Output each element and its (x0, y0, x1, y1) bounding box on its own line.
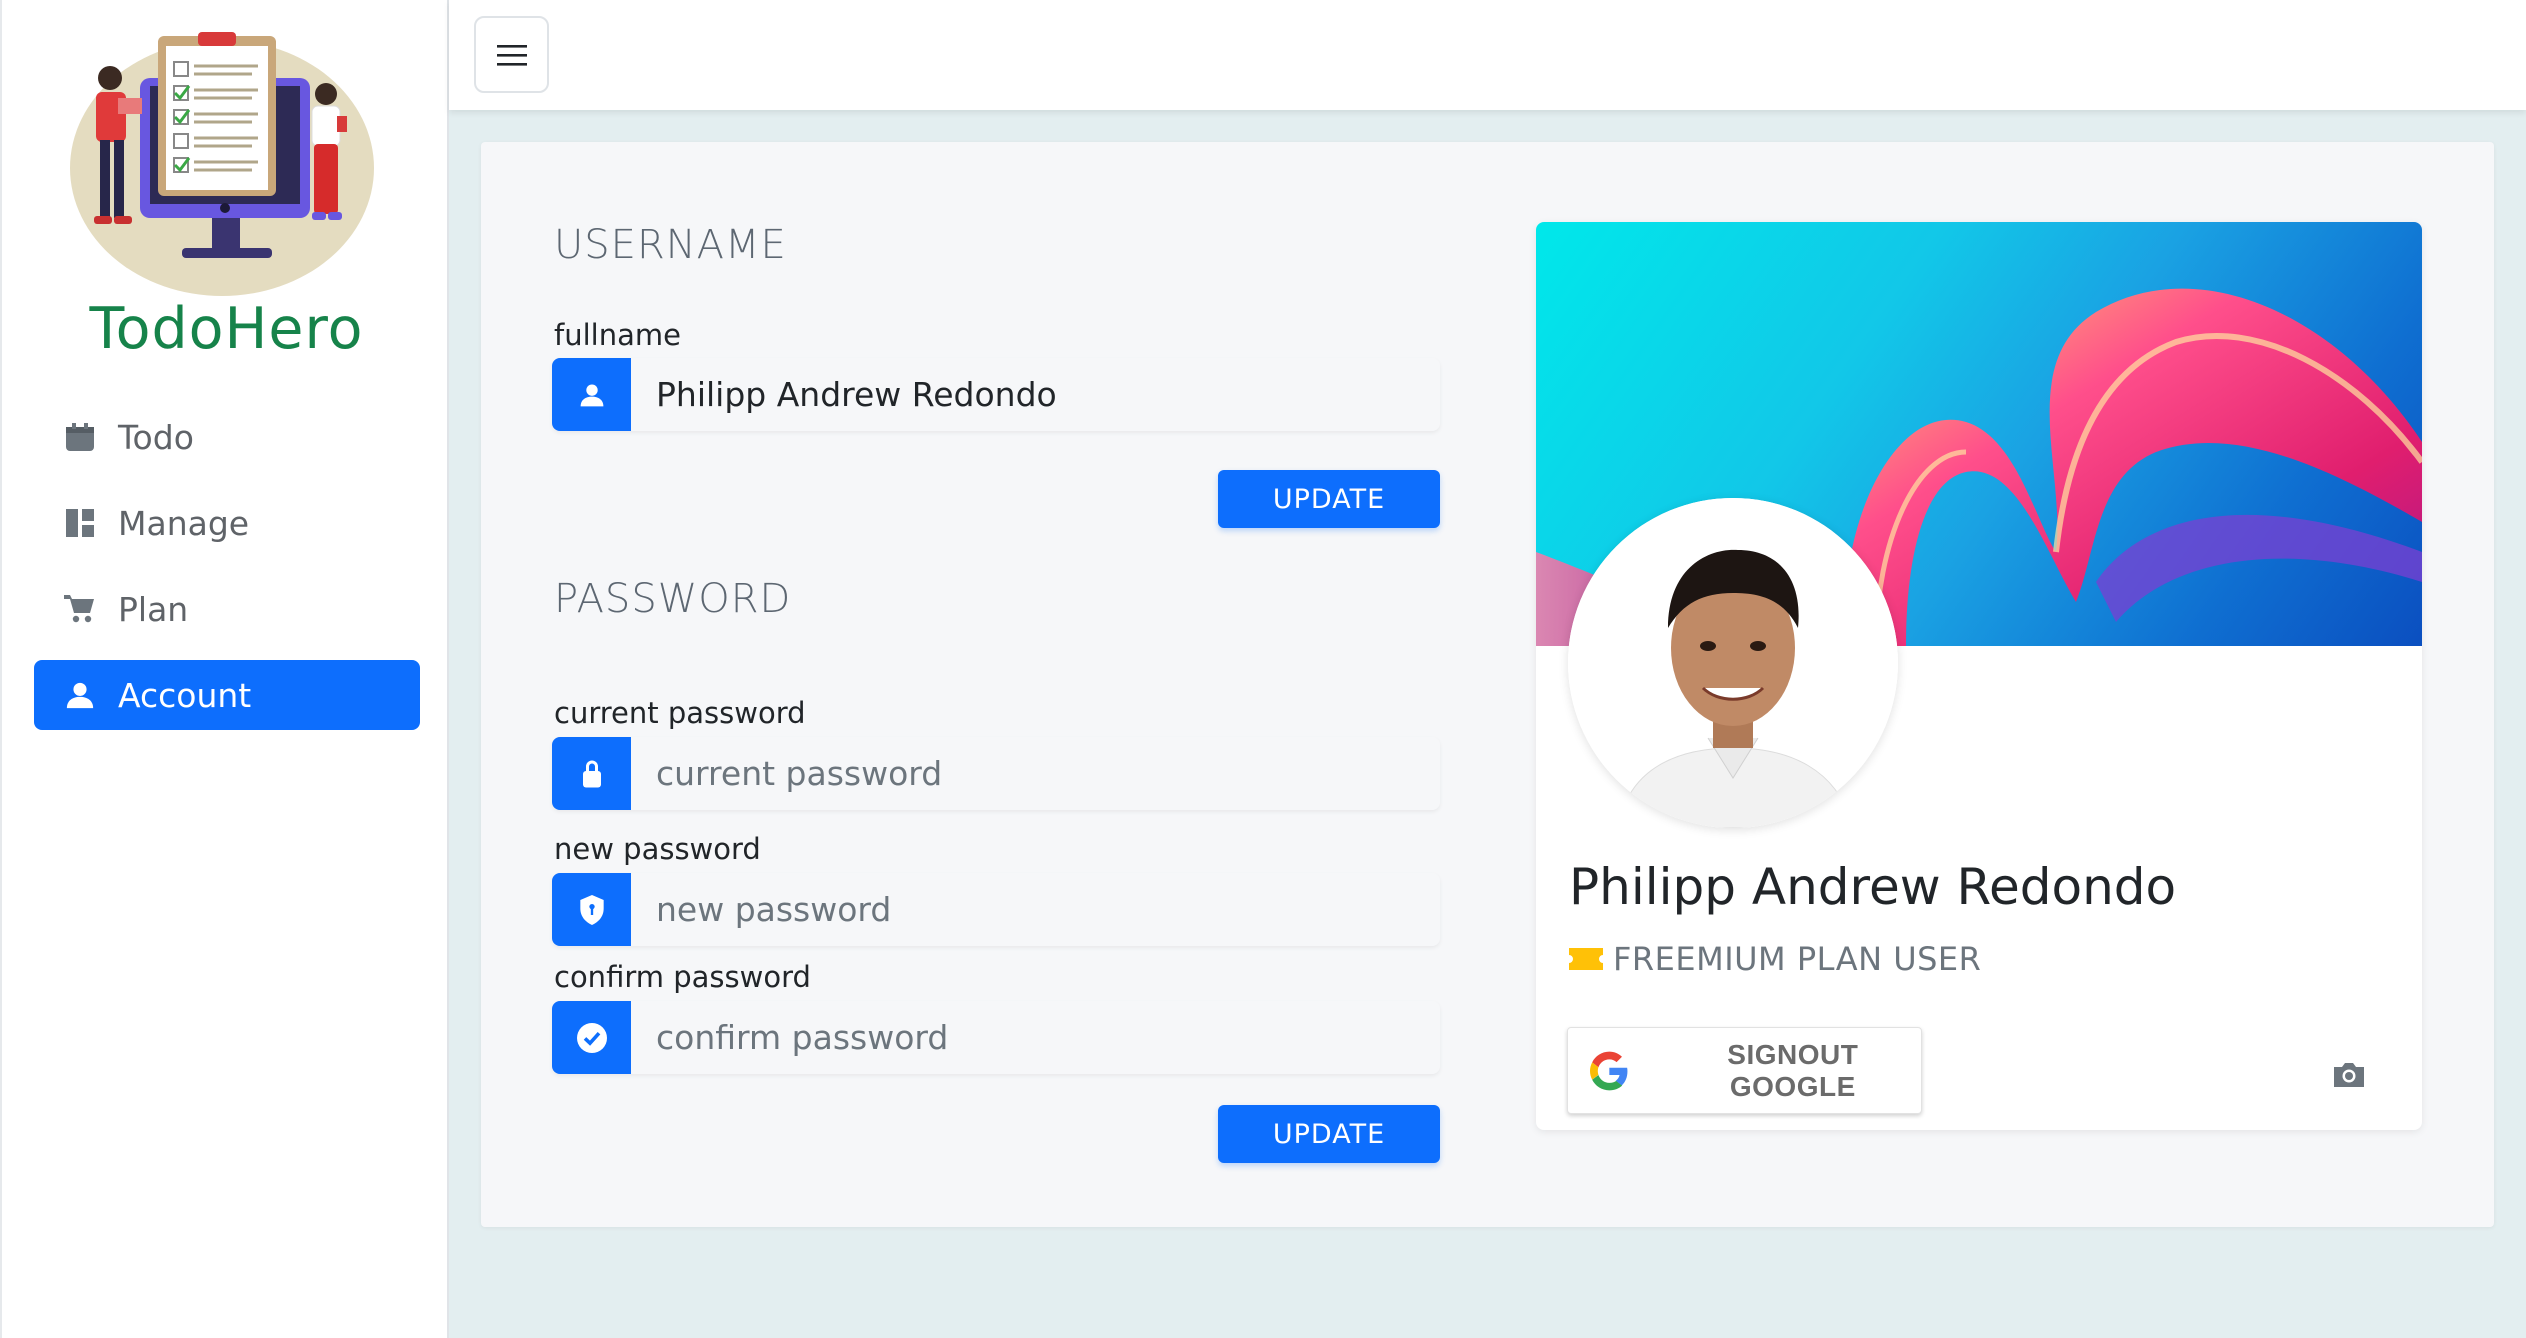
password-section-title: PASSWORD (554, 576, 792, 622)
top-bar (449, 0, 2526, 110)
sidebar-item-plan[interactable]: Plan (34, 574, 420, 644)
check-circle-icon (552, 1001, 631, 1074)
new-password-label: new password (554, 832, 761, 866)
sidebar-item-account[interactable]: Account (34, 660, 420, 730)
sidebar-item-label: Account (118, 675, 252, 715)
account-card: USERNAME fullname UPDATE PASSWORD curren… (481, 142, 2494, 1227)
cart-icon (62, 591, 98, 627)
signout-google-button[interactable]: SIGNOUT GOOGLE (1567, 1027, 1922, 1114)
current-password-label: current password (554, 696, 806, 730)
todohero-logo-illustration (70, 32, 374, 296)
sidebar-item-label: Plan (118, 589, 189, 629)
shield-icon (552, 873, 631, 946)
confirm-password-input[interactable] (631, 1001, 1440, 1074)
fullname-input[interactable] (631, 358, 1440, 431)
calendar-icon (62, 419, 98, 455)
sidebar-item-manage[interactable]: Manage (34, 488, 420, 558)
current-password-input[interactable] (631, 737, 1440, 810)
hamburger-icon (496, 44, 527, 66)
confirm-password-input-group (552, 1001, 1440, 1074)
brand-name: TodoHero (89, 296, 364, 362)
person-icon (62, 677, 98, 713)
profile-name: Philipp Andrew Redondo (1569, 858, 2177, 916)
current-password-input-group (552, 737, 1440, 810)
camera-icon[interactable] (2331, 1060, 2367, 1090)
fullname-input-group (552, 358, 1440, 431)
sidebar-item-label: Manage (118, 503, 250, 543)
sidebar: TodoHero Todo Manage Plan Account (0, 0, 449, 1338)
person-icon (552, 358, 631, 431)
update-username-button[interactable]: UPDATE (1218, 470, 1440, 528)
lock-icon (552, 737, 631, 810)
google-icon (1590, 1051, 1628, 1090)
profile-avatar (1568, 498, 1898, 828)
ticket-icon (1569, 948, 1603, 970)
new-password-input[interactable] (631, 873, 1440, 946)
sidebar-item-label: Todo (118, 417, 194, 457)
plan-label: FREEMIUM PLAN USER (1613, 940, 1982, 978)
menu-toggle-button[interactable] (474, 16, 549, 93)
update-password-button[interactable]: UPDATE (1218, 1105, 1440, 1163)
profile-card: Philipp Andrew Redondo FREEMIUM PLAN USE… (1536, 222, 2422, 1130)
sidebar-item-todo[interactable]: Todo (34, 402, 420, 472)
dashboard-icon (62, 505, 98, 541)
new-password-input-group (552, 873, 1440, 946)
confirm-password-label: confirm password (554, 960, 811, 994)
signout-google-label: SIGNOUT GOOGLE (1727, 1038, 1859, 1102)
plan-badge: FREEMIUM PLAN USER (1569, 940, 1981, 978)
fullname-label: fullname (554, 318, 681, 352)
sidebar-nav: Todo Manage Plan Account (34, 402, 420, 746)
username-section-title: USERNAME (554, 222, 787, 268)
